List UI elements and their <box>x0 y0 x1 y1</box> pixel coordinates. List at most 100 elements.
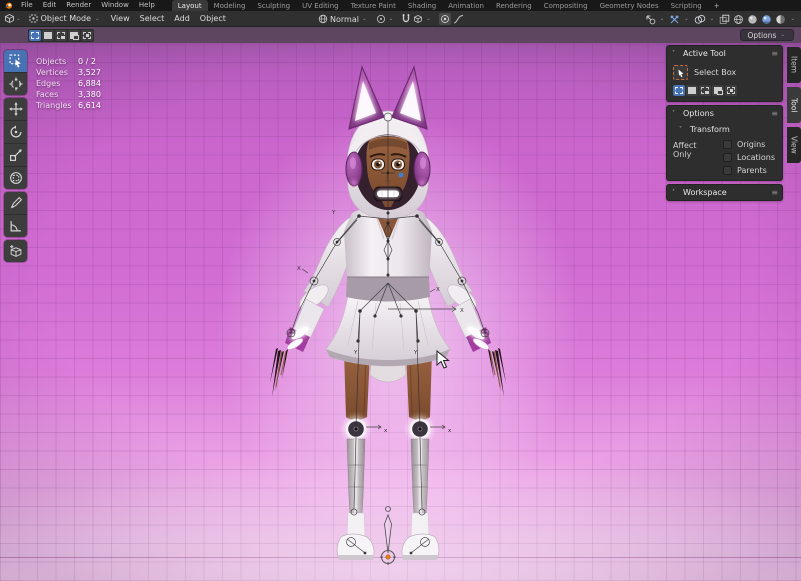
topbar-menu-item[interactable]: Help <box>134 0 160 11</box>
caret-icon: ⌄ <box>426 16 431 22</box>
active-tool-panel: ˅ Active Tool ≡ Select Box <box>666 45 783 102</box>
shading-rendered-icon[interactable] <box>775 14 786 25</box>
stats-row: Faces 3,380 <box>36 89 101 100</box>
workspace-tab[interactable]: Sculpting <box>251 0 296 11</box>
checkbox[interactable] <box>723 166 732 175</box>
stats-row: Triangles 6,614 <box>36 100 101 111</box>
proportional-editing-icon[interactable] <box>439 13 451 25</box>
viewport-menu-item[interactable]: Add <box>169 14 195 23</box>
caret-icon: ⌄ <box>16 16 21 22</box>
panel-menu-icon[interactable]: ≡ <box>771 188 777 197</box>
workspace-tab[interactable]: Layout <box>172 0 208 11</box>
select-mode-subtract[interactable] <box>699 85 711 96</box>
checkbox[interactable] <box>723 153 732 162</box>
tool-annotate[interactable] <box>4 192 27 214</box>
armature-root-bone[interactable] <box>380 507 396 566</box>
axis-label: X <box>460 308 464 314</box>
workspace-tab[interactable]: Geometry Nodes <box>594 0 665 11</box>
sidebar-tab[interactable]: Tool <box>787 87 801 123</box>
mode-label: Object Mode <box>41 14 91 23</box>
tool-scale[interactable] <box>4 144 27 166</box>
workspace-tab[interactable]: Compositing <box>538 0 594 11</box>
topbar-menu-item[interactable]: Window <box>96 0 134 11</box>
topbar-menu-item[interactable]: Edit <box>38 0 62 11</box>
select-mode-intersect[interactable] <box>81 30 93 41</box>
select-mode-extend[interactable] <box>42 30 54 41</box>
viewport-header: ⌄ Object Mode ⌄ View Select Add Object N… <box>0 11 801 27</box>
active-tool-panel-header[interactable]: ˅ Active Tool ≡ <box>667 46 782 61</box>
workspace-tab[interactable]: UV Editing <box>296 0 345 11</box>
options-panel: ˅ Options ≡ ˅ Transform Affect Only <box>666 105 783 181</box>
viewport-menu-item[interactable]: View <box>106 14 135 23</box>
stats-label: Faces <box>36 89 78 100</box>
tool-add-cube[interactable] <box>4 240 27 262</box>
select-mode-group <box>673 85 776 96</box>
transform-subpanel-header[interactable]: ˅ Transform <box>673 125 776 134</box>
mode-selector[interactable]: Object Mode ⌄ <box>25 14 106 23</box>
show-gizmo-icon[interactable] <box>645 14 656 25</box>
axis-label: Y <box>331 210 336 216</box>
panel-menu-icon[interactable]: ≡ <box>771 109 777 118</box>
checkbox-label: Locations <box>737 153 775 162</box>
tool-cursor[interactable] <box>4 73 27 95</box>
options-button-label: Options <box>747 31 776 40</box>
select-mode-invert[interactable] <box>68 30 80 41</box>
proportional-falloff-icon[interactable] <box>453 14 464 24</box>
workspace-tab[interactable]: Rendering <box>490 0 538 11</box>
add-workspace-button[interactable]: + <box>708 0 726 11</box>
topbar-menu-item[interactable]: File <box>16 0 38 11</box>
workspace-tab[interactable]: Animation <box>442 0 490 11</box>
sidebar-tab[interactable]: Item <box>787 47 801 83</box>
gizmo-arrows-icon[interactable] <box>669 14 680 25</box>
viewport-menu-item[interactable]: Object <box>195 14 231 23</box>
editor-type-selector[interactable]: ⌄ <box>4 13 23 24</box>
select-mode-extend[interactable] <box>686 85 698 96</box>
panel-menu-icon[interactable]: ≡ <box>771 49 777 58</box>
select-mode-group <box>28 29 94 42</box>
xray-toggle-icon[interactable] <box>719 14 730 25</box>
tool-rotate[interactable] <box>4 121 27 143</box>
tool-measure[interactable] <box>4 215 27 237</box>
blender-logo-icon[interactable] <box>4 1 13 10</box>
topbar-menu-item[interactable]: Render <box>61 0 96 11</box>
overlays-icon[interactable] <box>694 14 706 25</box>
tool-select-box[interactable] <box>4 50 27 72</box>
stats-label: Objects <box>36 56 78 67</box>
transform-orientation[interactable]: Normal ⌄ ⌄ ⌄ <box>318 11 464 27</box>
stats-label: Triangles <box>36 100 78 111</box>
pivot-point-icon[interactable] <box>376 14 386 24</box>
affect-only-option: Locations <box>723 153 775 162</box>
select-mode-new[interactable] <box>29 30 41 41</box>
shading-material-icon[interactable] <box>761 14 772 25</box>
snap-magnet-icon[interactable] <box>401 14 411 24</box>
tool-transform[interactable] <box>4 167 27 189</box>
affect-only-option: Parents <box>723 166 775 175</box>
workspace-tab[interactable]: Texture Paint <box>345 0 402 11</box>
shading-solid-icon[interactable] <box>747 14 758 25</box>
viewport-options-button[interactable]: Options ⌄ <box>740 29 794 41</box>
checkbox[interactable] <box>723 140 732 149</box>
options-panel-header[interactable]: ˅ Options ≡ <box>667 106 782 121</box>
checkbox-label: Parents <box>737 166 767 175</box>
workspace-tab[interactable]: Shading <box>402 0 442 11</box>
workspace-panel-header[interactable]: ˃ Workspace ≡ <box>667 185 782 200</box>
viewport-menu-item[interactable]: Select <box>135 14 170 23</box>
snap-target-icon[interactable] <box>413 14 423 24</box>
workspace-tab[interactable]: Modeling <box>208 0 252 11</box>
toolbar <box>4 50 27 262</box>
select-mode-invert[interactable] <box>712 85 724 96</box>
select-mode-intersect[interactable] <box>725 85 737 96</box>
sidebar-tab[interactable]: View <box>787 127 801 163</box>
axis-label: x <box>384 428 388 434</box>
shading-wireframe-icon[interactable] <box>733 14 744 25</box>
caret-icon: ⌄ <box>389 16 394 22</box>
caret-icon: ⌄ <box>362 16 367 22</box>
sidebar-tabs: Item Tool View <box>787 47 801 163</box>
select-mode-new[interactable] <box>673 85 685 96</box>
axis-label: Y <box>413 350 418 356</box>
panel-title: Workspace <box>683 188 727 197</box>
select-mode-subtract[interactable] <box>55 30 67 41</box>
character-model[interactable]: Y X X X Y Y x x <box>248 45 548 575</box>
tool-move[interactable] <box>4 98 27 120</box>
workspace-tab[interactable]: Scripting <box>665 0 708 11</box>
